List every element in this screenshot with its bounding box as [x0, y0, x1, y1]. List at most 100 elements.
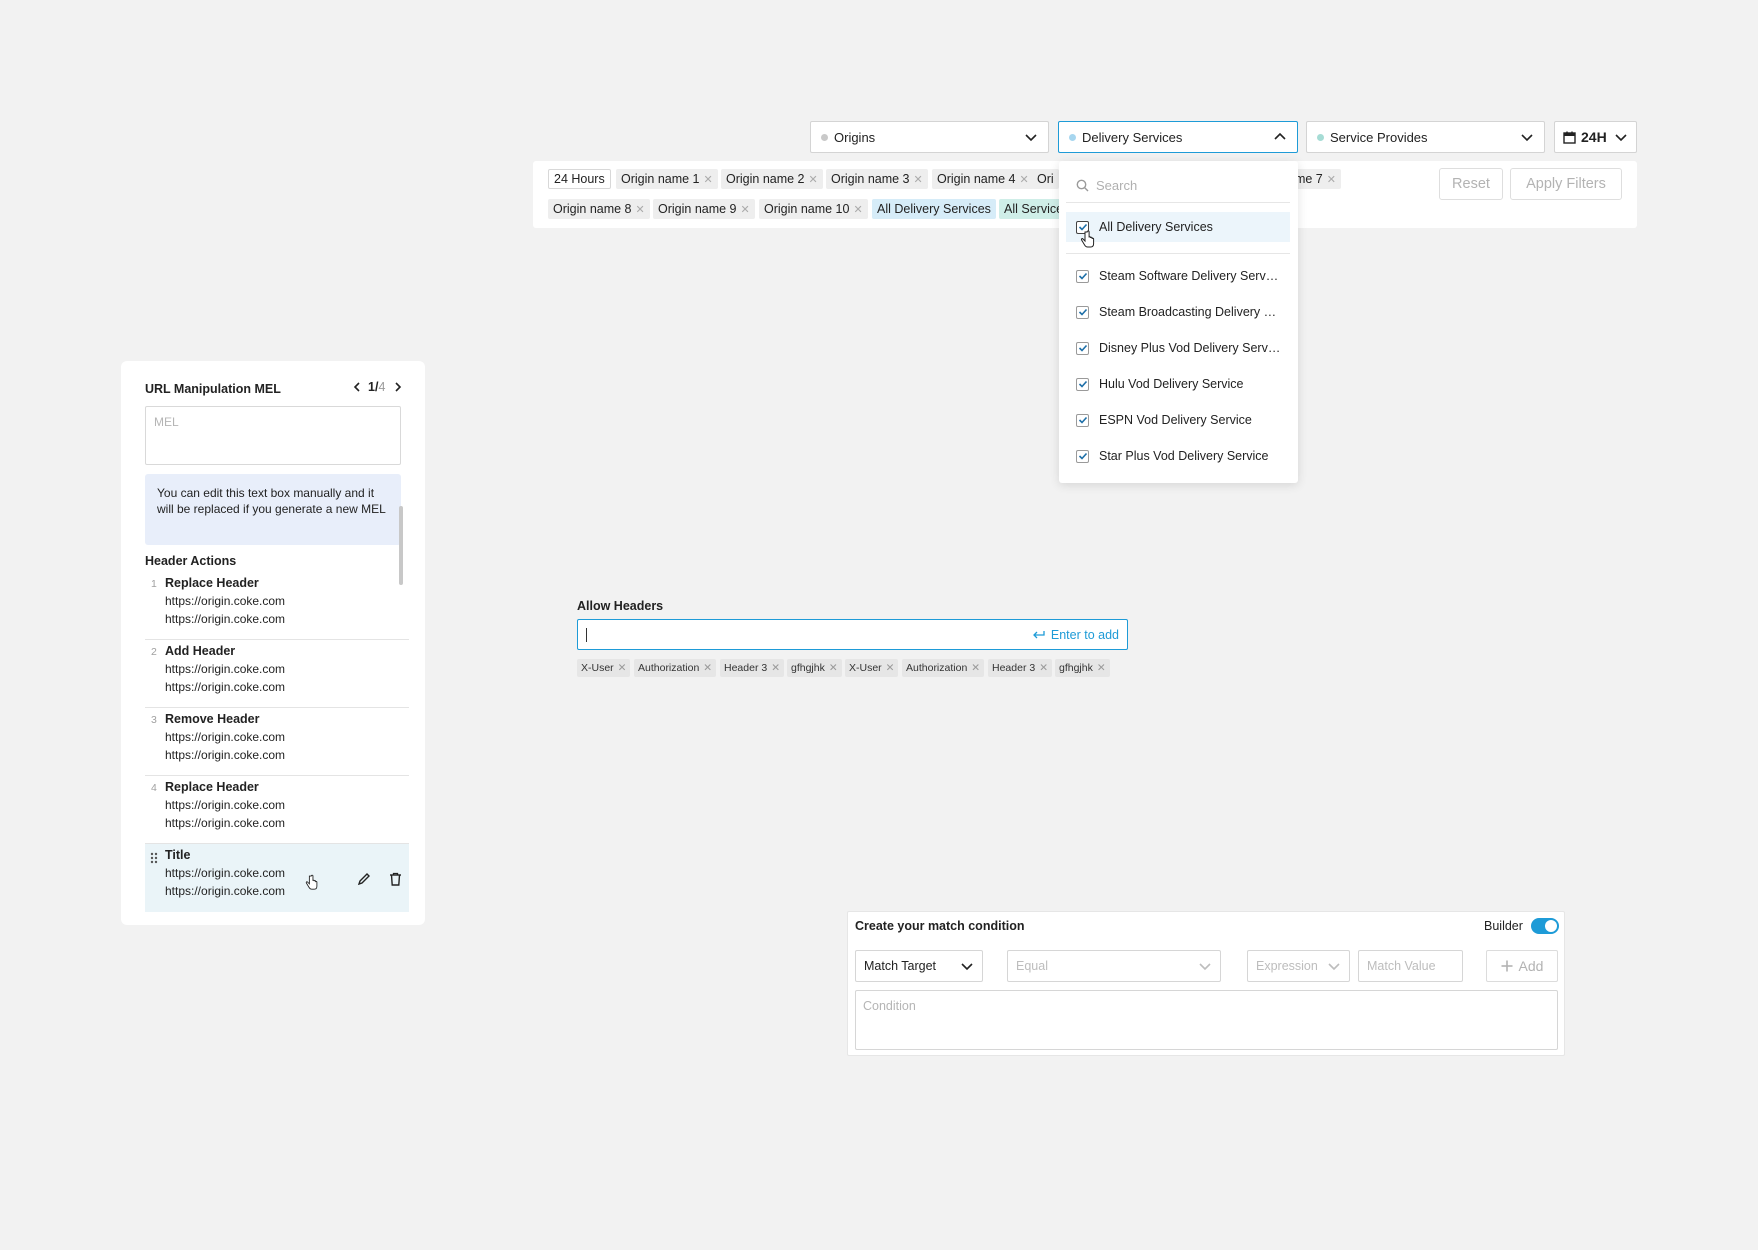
builder-toggle[interactable] [1531, 918, 1559, 934]
checkbox[interactable] [1076, 449, 1089, 463]
tag-label: Header 3 [992, 662, 1036, 674]
builder-label: Builder [1484, 919, 1523, 933]
filter-chip[interactable]: Origin name 8 ✕ [548, 199, 650, 219]
chip-label: Ori [1037, 172, 1054, 186]
apply-filters-button[interactable]: Apply Filters [1510, 168, 1622, 200]
dropdown-option[interactable]: Disney Plus Vod Delivery Service [1076, 338, 1281, 358]
dropdown-option[interactable]: Steam Broadcasting Delivery Service [1076, 302, 1281, 322]
header-action-row[interactable]: 1 Replace Header https://origin.coke.com… [145, 572, 409, 640]
header-tag[interactable]: X-User ✕ [845, 659, 899, 677]
filter-chip[interactable]: All Delivery Services [872, 199, 996, 219]
dropdown-option[interactable]: Steam Software Delivery Service [1076, 266, 1281, 286]
row-url: https://origin.coke.com [165, 680, 286, 694]
chip-label: Origin name 9 [658, 202, 737, 216]
close-icon[interactable]: ✕ [971, 662, 980, 674]
add-label: Add [1518, 958, 1544, 974]
close-icon[interactable]: ✕ [741, 204, 750, 216]
close-icon[interactable]: ✕ [1327, 174, 1336, 186]
section-title: Header Actions [145, 554, 237, 568]
mel-textarea[interactable]: MEL [145, 406, 401, 465]
checkbox[interactable] [1076, 269, 1089, 283]
header-action-row[interactable]: Title https://origin.coke.com https://or… [145, 844, 409, 912]
filter-chip[interactable]: Origin name 4 ✕ [932, 169, 1034, 189]
dropdown-option[interactable]: ESPN Vod Delivery Service [1076, 410, 1281, 430]
filter-chip[interactable]: Origin name 3 ✕ [826, 169, 928, 189]
select-label: Match Target [864, 959, 937, 973]
close-icon[interactable]: ✕ [829, 662, 838, 674]
hand-cursor-icon [305, 874, 318, 890]
trash-icon[interactable] [389, 872, 402, 886]
match-target-select[interactable]: Match Target [855, 950, 983, 982]
check-icon [1078, 272, 1087, 280]
page-total: 4 [378, 380, 386, 394]
header-tag[interactable]: Authorization ✕ [634, 659, 717, 677]
dropdown-option[interactable]: Hulu Vod Delivery Service [1076, 374, 1281, 394]
match-value-input[interactable]: Match Value [1358, 950, 1463, 982]
close-icon[interactable]: ✕ [886, 662, 895, 674]
chip-label: All Delivery Services [877, 202, 991, 216]
close-icon[interactable]: ✕ [809, 174, 818, 186]
delivery-services-dropdown[interactable]: Delivery Services [1058, 121, 1298, 153]
operator-select[interactable]: Equal [1007, 950, 1221, 982]
close-icon[interactable]: ✕ [914, 174, 923, 186]
filter-chip[interactable]: Origin name 10 ✕ [759, 199, 868, 219]
close-icon[interactable]: ✕ [853, 204, 862, 216]
close-icon[interactable]: ✕ [703, 662, 712, 674]
dropdown-search-input[interactable]: Search [1066, 169, 1290, 203]
match-condition-card: Create your match condition Builder Matc… [847, 911, 1565, 1056]
header-tag[interactable]: Authorization ✕ [902, 659, 985, 677]
chevron-right-icon[interactable] [392, 381, 404, 393]
header-action-row[interactable]: 4 Replace Header https://origin.coke.com… [145, 776, 409, 844]
add-button[interactable]: Add [1486, 950, 1558, 982]
filter-chip[interactable]: Origin name 9 ✕ [653, 199, 755, 219]
allow-headers-input[interactable]: Enter to add [577, 619, 1128, 650]
close-icon[interactable]: ✕ [1020, 174, 1029, 186]
checkbox[interactable] [1076, 305, 1089, 319]
header-tag[interactable]: Header 3 ✕ [988, 659, 1053, 677]
checkbox[interactable] [1076, 341, 1089, 355]
row-url: https://origin.coke.com [165, 866, 286, 880]
checkbox[interactable] [1076, 377, 1089, 391]
chevron-up-icon [1274, 132, 1286, 140]
tag-label: gfhgjhk [791, 662, 825, 674]
allow-headers-label: Allow Headers [577, 599, 664, 613]
close-icon[interactable]: ✕ [704, 174, 713, 186]
header-tag[interactable]: Header 3 ✕ [720, 659, 785, 677]
condition-textarea[interactable]: Condition [855, 990, 1558, 1050]
header-tag[interactable]: gfhgjhk ✕ [1055, 659, 1110, 677]
chevron-left-icon[interactable] [351, 381, 363, 393]
dropdown-option[interactable]: Star Plus Vod Delivery Service [1076, 446, 1281, 466]
check-icon [1078, 452, 1087, 460]
filter-chip[interactable]: Origin name 1 ✕ [616, 169, 718, 189]
edit-icon[interactable] [357, 872, 371, 886]
filter-chip[interactable]: Ori [1032, 169, 1059, 189]
option-label: ESPN Vod Delivery Service [1099, 413, 1252, 427]
expression-select[interactable]: Expression [1247, 950, 1350, 982]
origins-dropdown[interactable]: Origins [810, 121, 1049, 153]
close-icon[interactable]: ✕ [636, 204, 645, 216]
close-icon[interactable]: ✕ [618, 662, 627, 674]
reset-button[interactable]: Reset [1439, 168, 1503, 200]
filter-chip[interactable]: 24 Hours [548, 169, 611, 189]
filter-chip[interactable]: Origin name 2 ✕ [721, 169, 823, 189]
header-action-row[interactable]: 3 Remove Header https://origin.coke.com … [145, 708, 409, 776]
time-range-dropdown[interactable]: 24H [1554, 121, 1637, 153]
service-provides-dropdown[interactable]: Service Provides [1306, 121, 1545, 153]
tag-label: X-User [849, 662, 882, 674]
enter-icon [1032, 630, 1045, 638]
option-label: Star Plus Vod Delivery Service [1099, 449, 1269, 463]
select-all-option[interactable]: All Delivery Services [1066, 212, 1290, 242]
checkbox[interactable] [1076, 413, 1089, 427]
drag-handle-icon[interactable] [150, 852, 158, 864]
header-tag[interactable]: gfhgjhk ✕ [787, 659, 842, 677]
header-action-row[interactable]: 2 Add Header https://origin.coke.com htt… [145, 640, 409, 708]
close-icon[interactable]: ✕ [1039, 662, 1048, 674]
chip-label: 24 Hours [554, 172, 605, 186]
chip-label: Origin name 1 [621, 172, 700, 186]
header-tag[interactable]: X-User ✕ [577, 659, 631, 677]
filter-chip[interactable]: All Service [999, 199, 1069, 219]
close-icon[interactable]: ✕ [1097, 662, 1106, 674]
plus-icon [1501, 960, 1513, 972]
close-icon[interactable]: ✕ [771, 662, 780, 674]
pagination: 1/4 [351, 380, 404, 394]
